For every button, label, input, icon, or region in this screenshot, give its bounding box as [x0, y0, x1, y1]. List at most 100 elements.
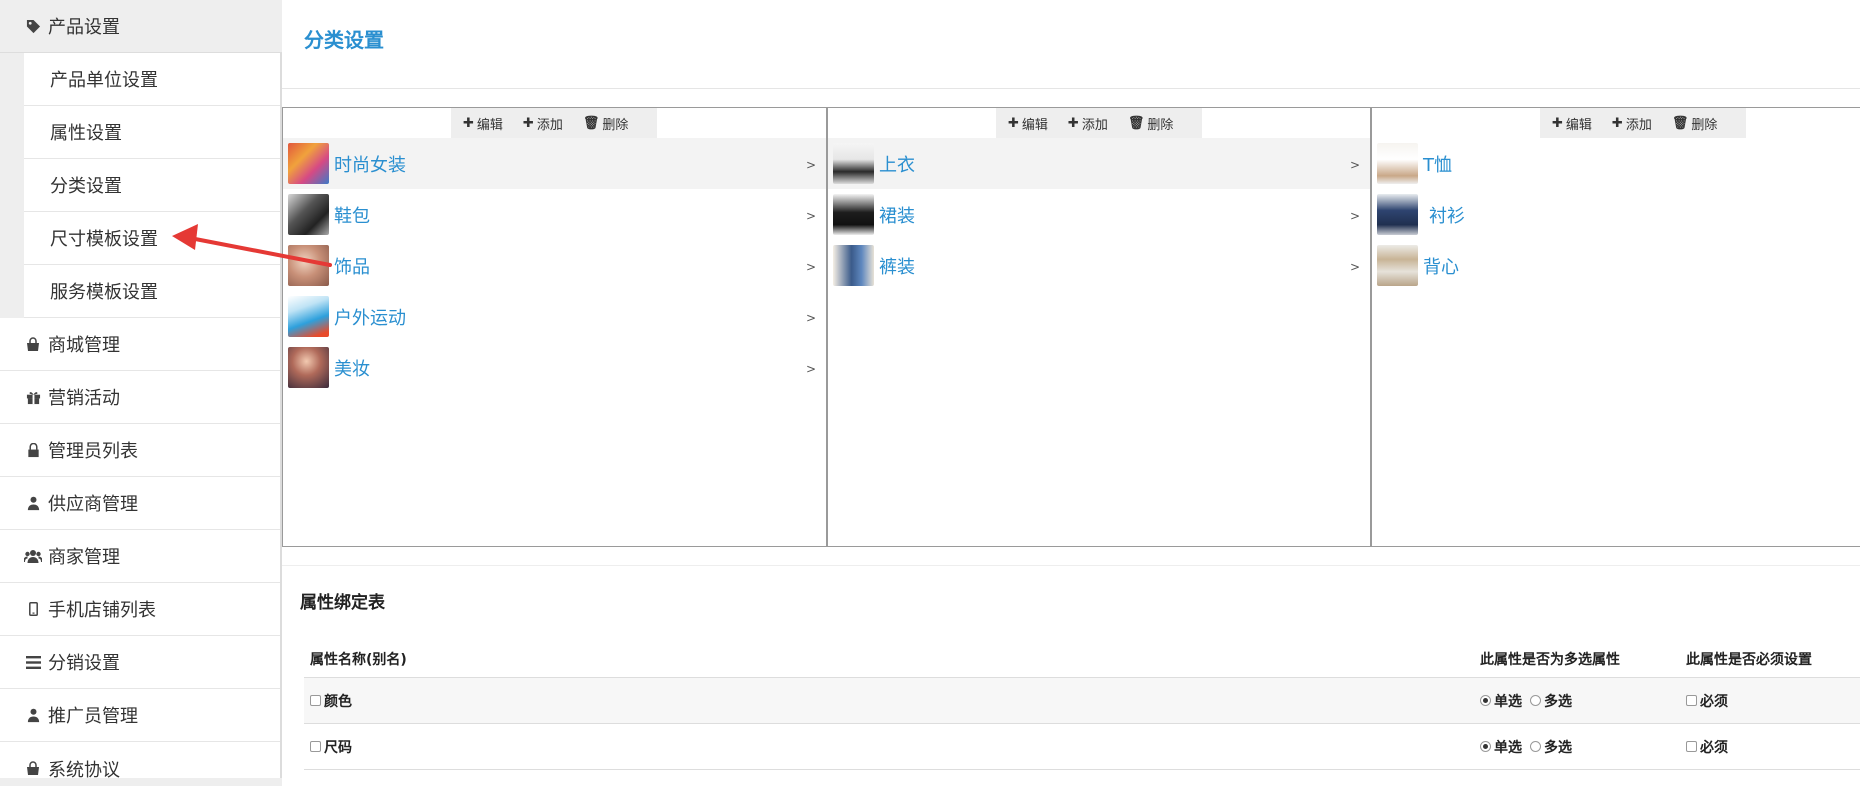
chevron-right-icon: >: [1349, 260, 1360, 274]
user-icon: [24, 708, 42, 723]
category-column-level1: ✚ 编辑 ✚ 添加 🗑 删除 时尚女装 > 鞋包 > 饰品 > 户外运动 > 美妆 >: [283, 108, 828, 546]
chevron-right-icon: >: [1349, 158, 1360, 172]
page-title: 分类设置: [304, 28, 384, 52]
attribute-name: 尺码: [324, 739, 352, 756]
tag-icon: [24, 19, 42, 34]
category-item[interactable]: 裤装 >: [828, 240, 1370, 291]
plus-icon: ✚: [463, 115, 474, 131]
category-list: T恤 衬衫 背心: [1372, 138, 1860, 291]
sidebar-item-system-agreement[interactable]: 系统协议: [0, 742, 280, 795]
category-thumbnail: [833, 194, 874, 235]
sidebar-item-merchant-management[interactable]: 商家管理: [0, 530, 280, 583]
category-thumbnail: [288, 347, 329, 388]
attribute-checkbox[interactable]: [310, 695, 321, 706]
header-required: 此属性是否必须设置: [1686, 651, 1812, 668]
category-list: 上衣 > 裙装 > 裤装 >: [828, 138, 1370, 291]
table-header: 属性名称(别名) 此属性是否为多选属性 此属性是否必须设置: [304, 640, 1860, 678]
add-button[interactable]: ✚ 添加: [1068, 114, 1108, 133]
column-toolbar: ✚ 编辑 ✚ 添加 🗑 删除: [996, 108, 1202, 138]
sidebar-subitem-category-settings[interactable]: 分类设置: [24, 159, 280, 212]
delete-button[interactable]: 🗑 删除: [1128, 114, 1174, 133]
shop-bag-icon: [24, 336, 42, 352]
category-item[interactable]: 鞋包 >: [283, 189, 826, 240]
required-checkbox[interactable]: 必须: [1686, 737, 1728, 757]
category-thumbnail: [288, 296, 329, 337]
category-thumbnail: [833, 143, 874, 184]
category-item[interactable]: 时尚女装 >: [283, 138, 826, 189]
category-item[interactable]: 背心: [1372, 240, 1860, 291]
category-item[interactable]: 上衣 >: [828, 138, 1370, 189]
sidebar-item-admin-list[interactable]: 管理员列表: [0, 424, 280, 477]
sidebar-item-supplier-management[interactable]: 供应商管理: [0, 477, 280, 530]
category-thumbnail: [1377, 194, 1418, 235]
sidebar-item-promoter-management[interactable]: 推广员管理: [0, 689, 280, 742]
required-checkbox[interactable]: 必须: [1686, 691, 1728, 711]
category-thumbnail: [288, 245, 329, 286]
sidebar-item-product-settings[interactable]: 产品设置: [0, 0, 282, 53]
table-row: 颜色 单选 多选 必须: [304, 678, 1860, 724]
sidebar-subitem-unit-settings[interactable]: 产品单位设置: [24, 53, 280, 106]
edit-button[interactable]: ✚ 编辑: [1552, 114, 1592, 133]
category-thumbnail: [288, 143, 329, 184]
table-row: 尺码 单选 多选 必须: [304, 724, 1860, 770]
sidebar-item-mobile-store-list[interactable]: 手机店铺列表: [0, 583, 280, 636]
sidebar-item-distribution-settings[interactable]: 分销设置: [0, 636, 280, 689]
category-item[interactable]: 户外运动 >: [283, 291, 826, 342]
users-icon: [24, 549, 42, 563]
add-button[interactable]: ✚ 添加: [1612, 114, 1652, 133]
category-thumbnail: [1377, 143, 1418, 184]
multi-select-radio[interactable]: 多选: [1530, 737, 1572, 757]
divider: [282, 88, 1860, 89]
category-item[interactable]: T恤: [1372, 138, 1860, 189]
chevron-right-icon: >: [805, 362, 816, 376]
column-toolbar: ✚ 编辑 ✚ 添加 🗑 删除: [1540, 108, 1746, 138]
delete-button[interactable]: 🗑 删除: [583, 114, 629, 133]
category-item[interactable]: 美妆 >: [283, 342, 826, 393]
trash-icon: 🗑: [582, 115, 600, 131]
plus-icon: ✚: [522, 115, 534, 131]
sidebar: 产品设置 产品单位设置 属性设置 分类设置 尺寸模板设置 服务模板设置 商城管理…: [0, 0, 282, 795]
list-icon: [24, 655, 42, 669]
sidebar-item-mall-management[interactable]: 商城管理: [0, 318, 280, 371]
main-content: 分类设置 ✚ 编辑 ✚ 添加 🗑 删除 时尚女装 > 鞋包 > 饰品 > 户外运动 > 美妆 >…: [282, 0, 1860, 786]
plus-icon: ✚: [1008, 115, 1019, 131]
category-thumbnail: [288, 194, 329, 235]
category-item[interactable]: 裙装 >: [828, 189, 1370, 240]
category-column-level2: ✚ 编辑 ✚ 添加 🗑 删除 上衣 > 裙装 > 裤装 >: [828, 108, 1372, 546]
multi-select-radio[interactable]: 多选: [1530, 691, 1572, 711]
chevron-right-icon: >: [805, 260, 816, 274]
category-item[interactable]: 衬衫: [1372, 189, 1860, 240]
plus-icon: ✚: [1067, 115, 1079, 131]
category-item[interactable]: 饰品 >: [283, 240, 826, 291]
sidebar-submenu: 产品单位设置 属性设置 分类设置 尺寸模板设置 服务模板设置: [0, 53, 280, 318]
category-columns: ✚ 编辑 ✚ 添加 🗑 删除 时尚女装 > 鞋包 > 饰品 > 户外运动 > 美妆 > ✚ 编辑 …: [282, 107, 1860, 547]
chevron-right-icon: >: [1349, 209, 1360, 223]
edit-button[interactable]: ✚ 编辑: [1008, 114, 1048, 133]
sidebar-subitem-service-template-settings[interactable]: 服务模板设置: [24, 265, 280, 318]
sidebar-item-label: 产品设置: [48, 17, 120, 38]
plus-icon: ✚: [1611, 115, 1623, 131]
add-button[interactable]: ✚ 添加: [523, 114, 563, 133]
shop-bag-icon: [24, 761, 42, 776]
edit-button[interactable]: ✚ 编辑: [463, 114, 503, 133]
single-select-radio[interactable]: 单选: [1480, 737, 1522, 757]
delete-button[interactable]: 🗑 删除: [1672, 114, 1718, 133]
single-select-radio[interactable]: 单选: [1480, 691, 1522, 711]
sidebar-subitem-size-template-settings[interactable]: 尺寸模板设置: [24, 212, 280, 265]
category-thumbnail: [1377, 245, 1418, 286]
lock-icon: [24, 442, 42, 458]
chevron-right-icon: >: [805, 209, 816, 223]
sidebar-subitem-attribute-settings[interactable]: 属性设置: [24, 106, 280, 159]
sidebar-item-marketing[interactable]: 营销活动: [0, 371, 280, 424]
chevron-right-icon: >: [805, 311, 816, 325]
attribute-name: 颜色: [324, 693, 352, 710]
category-column-level3: ✚ 编辑 ✚ 添加 🗑 删除 T恤 衬衫 背心: [1372, 108, 1860, 546]
trash-icon: 🗑: [1127, 115, 1145, 131]
attribute-binding-table: 属性名称(别名) 此属性是否为多选属性 此属性是否必须设置 颜色 单选 多选 必…: [304, 640, 1860, 770]
chevron-right-icon: >: [805, 158, 816, 172]
section-title: 属性绑定表: [300, 593, 385, 613]
mobile-icon: [24, 602, 42, 616]
gift-icon: [24, 390, 42, 405]
attribute-checkbox[interactable]: [310, 741, 321, 752]
column-toolbar: ✚ 编辑 ✚ 添加 🗑 删除: [451, 108, 657, 138]
